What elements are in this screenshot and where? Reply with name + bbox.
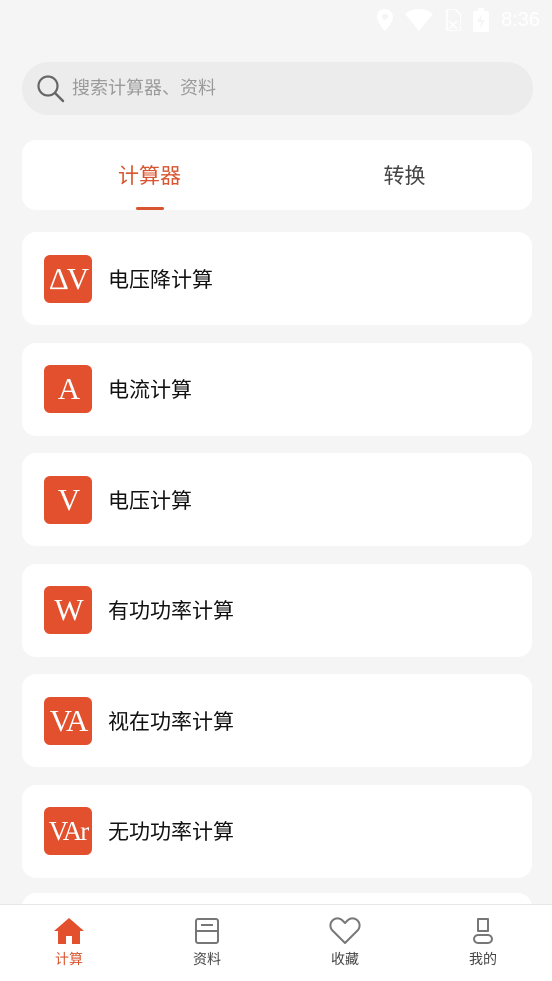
tab-calculators[interactable]: 计算器 [22, 140, 277, 210]
calculator-label: 电压计算 [108, 488, 192, 513]
search-icon [37, 74, 65, 102]
current-icon: A [44, 365, 92, 414]
tab-bar: 计算器 转换 [22, 140, 532, 210]
calculator-label: 有功功率计算 [108, 599, 234, 624]
search-bar[interactable] [22, 62, 533, 115]
home-icon [54, 918, 84, 944]
calculator-list: ΔV 电压降计算 A 电流计算 V 电压计算 W 有功功率计算 VA 视在功率计… [22, 232, 532, 896]
calculator-label: 电压降计算 [108, 267, 213, 292]
tab-conversion[interactable]: 转换 [277, 140, 532, 210]
reactive-power-icon: VAr [44, 807, 92, 856]
heart-icon [329, 917, 361, 944]
calculator-item-active-power[interactable]: W 有功功率计算 [22, 563, 532, 657]
nav-item-favorites[interactable]: 收藏 [276, 905, 414, 981]
document-icon [195, 918, 219, 944]
voltage-icon: V [44, 475, 92, 524]
nav-label: 我的 [469, 952, 497, 968]
nav-label: 资料 [193, 952, 221, 968]
no-sim-icon [446, 9, 462, 31]
battery-charging-icon [473, 8, 490, 32]
calculator-item-voltage-drop[interactable]: ΔV 电压降计算 [22, 232, 532, 325]
calculator-item-current[interactable]: A 电流计算 [22, 342, 532, 436]
nav-label: 收藏 [331, 952, 359, 968]
status-time: 8:36 [501, 8, 540, 31]
apparent-power-icon: VA [44, 696, 92, 745]
bottom-nav: 计算 资料 收藏 我的 [0, 904, 552, 981]
nav-item-profile[interactable]: 我的 [414, 905, 552, 981]
nav-item-resources[interactable]: 资料 [138, 905, 276, 981]
nav-label: 计算 [55, 952, 83, 968]
wifi-icon [405, 9, 434, 31]
calculator-label: 视在功率计算 [108, 709, 234, 734]
search-input[interactable] [72, 78, 492, 99]
calculator-item-apparent-power[interactable]: VA 视在功率计算 [22, 674, 532, 768]
calculator-label: 电流计算 [108, 378, 192, 403]
nav-item-calculate[interactable]: 计算 [0, 905, 138, 981]
location-icon [377, 9, 394, 31]
status-bar: 8:36 [0, 0, 552, 40]
calculator-label: 无功功率计算 [108, 820, 234, 845]
user-icon [473, 918, 493, 944]
calculator-item-reactive-power[interactable]: VAr 无功功率计算 [22, 784, 532, 878]
calculator-item-voltage[interactable]: V 电压计算 [22, 453, 532, 547]
voltage-drop-icon: ΔV [44, 254, 92, 303]
active-power-icon: W [44, 586, 92, 635]
